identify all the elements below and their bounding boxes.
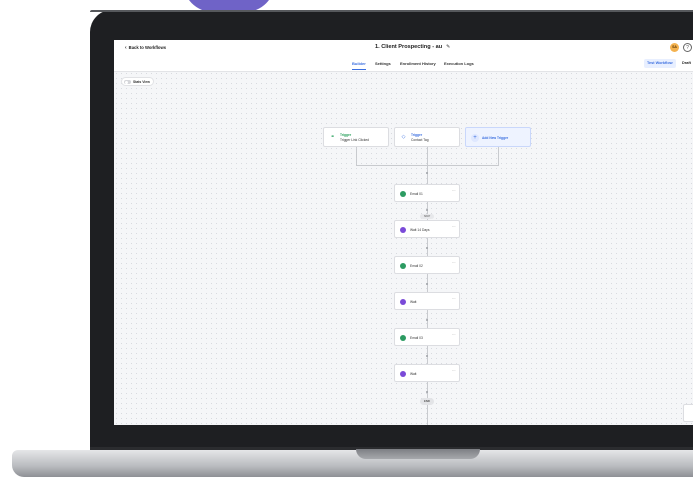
trigger-title: Trigger — [340, 133, 352, 137]
email-icon — [400, 262, 406, 269]
connector-line — [427, 147, 428, 165]
stats-view-toggle[interactable]: Stats View — [121, 77, 154, 86]
add-step-dot[interactable] — [426, 209, 428, 211]
workflow-title[interactable]: 1. Client Prospecting - au ✎ — [375, 44, 450, 50]
clock-icon — [400, 370, 406, 377]
clock-icon — [400, 298, 406, 305]
canvas-controls-widget[interactable] — [683, 404, 693, 422]
pencil-icon[interactable]: ✎ — [446, 44, 450, 50]
laptop-base-notch — [356, 449, 480, 459]
add-step-dot[interactable] — [426, 319, 428, 321]
trigger-subtitle: Trigger Link Clicked — [340, 138, 370, 142]
avatar[interactable]: SA — [670, 43, 679, 52]
more-options-icon[interactable]: ··· — [452, 188, 456, 193]
help-icon[interactable]: ? — [683, 43, 692, 52]
trigger-subtitle: Contact Tag — [411, 138, 429, 142]
tab-bar: Builder Settings Enrollment History Exec… — [114, 57, 693, 72]
add-new-trigger-button[interactable]: + Add New Trigger — [465, 127, 531, 147]
add-trigger-label: Add New Trigger — [482, 136, 509, 140]
trigger-card-contact-tag[interactable]: ◇ Trigger Contact Tag — [394, 127, 460, 147]
more-options-icon[interactable]: ··· — [452, 224, 456, 229]
branch-pill[interactable]: SKIP — [420, 214, 434, 219]
step-label: Wait — [410, 371, 417, 376]
add-step-dot[interactable] — [426, 283, 428, 285]
stats-view-label: Stats View — [133, 80, 150, 84]
back-to-workflows-link[interactable]: ‹ Back to Workflows — [125, 45, 166, 51]
link-icon: ⚭ — [330, 134, 335, 140]
connector-line — [498, 147, 499, 165]
more-options-icon[interactable]: ··· — [452, 332, 456, 337]
add-step-dot[interactable] — [426, 391, 428, 393]
toggle-switch[interactable] — [124, 80, 131, 84]
active-tab-indicator — [352, 69, 366, 71]
email-icon — [400, 334, 406, 341]
draft-status[interactable]: Draft — [682, 61, 691, 65]
add-step-dot[interactable] — [426, 247, 428, 249]
plus-icon: + — [471, 134, 479, 142]
more-options-icon[interactable]: ··· — [452, 296, 456, 301]
step-label: Wait — [410, 299, 417, 304]
laptop-base — [12, 450, 693, 477]
back-label: Back to Workflows — [128, 45, 167, 50]
tab-execution-logs[interactable]: Execution Logs — [444, 61, 474, 66]
add-step-dot[interactable] — [426, 172, 428, 174]
tab-builder[interactable]: Builder — [352, 61, 366, 66]
step-wait[interactable]: Wait ··· — [394, 364, 460, 382]
step-email-01[interactable]: Email 01 ··· — [394, 184, 460, 202]
trigger-card-link-clicked[interactable]: ⚭ Trigger Trigger Link Clicked — [323, 127, 389, 147]
end-node: END — [420, 398, 434, 405]
step-label: Wait 14 Days — [410, 227, 430, 232]
laptop-screen: ‹ Back to Workflows 1. Client Prospecting… — [114, 40, 693, 425]
top-header: ‹ Back to Workflows 1. Client Prospecting… — [114, 40, 693, 57]
step-email-03[interactable]: Email 03 ··· — [394, 328, 460, 346]
connector-line — [356, 147, 357, 165]
step-label: Email 02 — [410, 263, 423, 268]
step-label: Email 01 — [410, 191, 423, 196]
tag-icon: ◇ — [401, 134, 406, 140]
more-options-icon[interactable]: ··· — [452, 260, 456, 265]
email-icon — [400, 190, 406, 197]
more-options-icon[interactable]: ··· — [452, 368, 456, 373]
clock-icon — [400, 226, 406, 233]
step-wait-14-days[interactable]: Wait 14 Days ··· — [394, 220, 460, 238]
step-wait[interactable]: Wait ··· — [394, 292, 460, 310]
step-label: Email 03 — [410, 335, 423, 340]
tab-enrollment-history[interactable]: Enrollment History — [400, 61, 436, 66]
step-email-02[interactable]: Email 02 ··· — [394, 256, 460, 274]
add-step-dot[interactable] — [426, 355, 428, 357]
test-workflow-button[interactable]: Test Workflow — [644, 59, 676, 68]
trigger-title: Trigger — [411, 133, 423, 137]
workflow-canvas[interactable]: Stats View ⚭ Trigger Trigger Link Clicke… — [114, 71, 693, 425]
chevron-left-icon: ‹ — [125, 45, 127, 51]
tab-settings[interactable]: Settings — [375, 61, 391, 66]
workflow-title-text: 1. Client Prospecting - au — [375, 44, 443, 50]
